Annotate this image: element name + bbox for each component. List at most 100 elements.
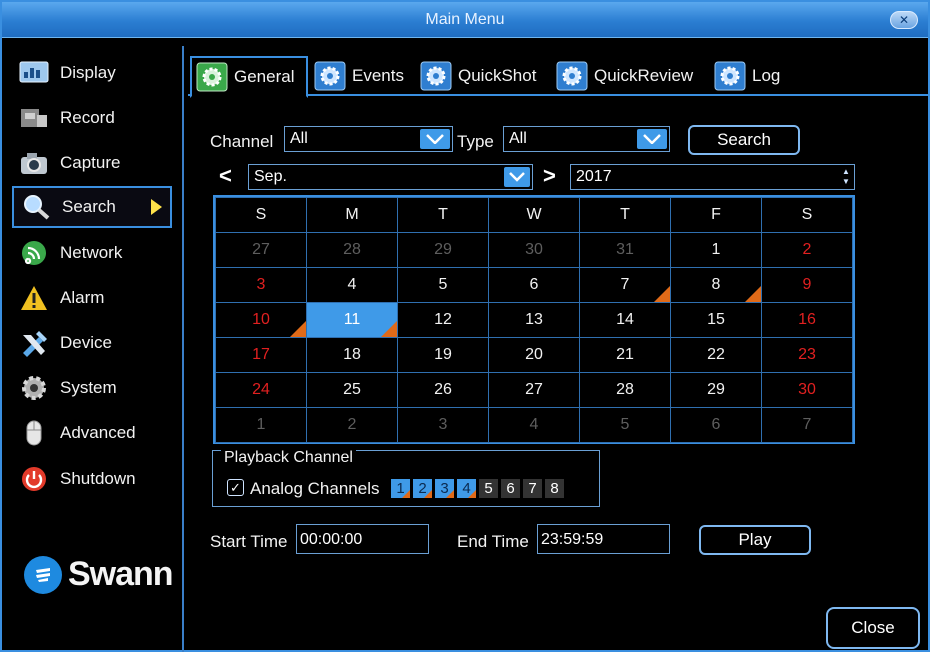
device-icon (18, 328, 50, 358)
close-button[interactable]: Close (826, 607, 920, 649)
calendar-day[interactable]: 10 (215, 302, 307, 338)
calendar-day[interactable]: 7 (579, 267, 671, 303)
main-menu-window: Main Menu ✕ Display Record Capture Search Ne… (0, 0, 930, 652)
calendar-day[interactable]: 14 (579, 302, 671, 338)
sidebar-item-display[interactable]: Display (12, 52, 172, 94)
calendar-day[interactable]: 17 (215, 337, 307, 373)
calendar-day[interactable]: 24 (215, 372, 307, 408)
sidebar-item-capture[interactable]: Capture (12, 142, 172, 184)
calendar-day[interactable]: 5 (397, 267, 489, 303)
playback-channel-title: Playback Channel (221, 449, 356, 467)
sidebar-item-system[interactable]: System (12, 367, 172, 409)
recording-marker-icon (381, 321, 397, 337)
tab-bar: General Events QuickShot QuickReview Log (188, 56, 928, 98)
channel-toggle-6[interactable]: 6 (501, 479, 520, 498)
tab-quickreview[interactable]: QuickReview (552, 56, 706, 96)
calendar-day[interactable]: 15 (670, 302, 762, 338)
calendar-day-number: 23 (798, 346, 816, 363)
calendar-day[interactable]: 23 (761, 337, 853, 373)
calendar-day[interactable]: 26 (397, 372, 489, 408)
type-select[interactable]: All (503, 126, 670, 152)
type-label: Type (457, 132, 494, 151)
calendar-day-outside-month: 31 (579, 232, 671, 268)
channel-toggle-2[interactable]: 2 (413, 479, 432, 498)
calendar-day-outside-month: 29 (397, 232, 489, 268)
calendar-day[interactable]: 8 (670, 267, 762, 303)
sidebar-item-alarm[interactable]: Alarm (12, 277, 172, 319)
weekday-header: S (761, 197, 853, 233)
calendar-day[interactable]: 2 (761, 232, 853, 268)
calendar-day[interactable]: 4 (306, 267, 398, 303)
analog-channels-checkbox[interactable]: ✓ (227, 479, 244, 496)
end-time-input[interactable]: 23:59:59 (537, 524, 670, 554)
play-button[interactable]: Play (699, 525, 811, 555)
calendar-day[interactable]: 18 (306, 337, 398, 373)
weekday-header: T (397, 197, 489, 233)
chevron-down-icon[interactable] (420, 129, 450, 149)
sidebar-item-shutdown[interactable]: Shutdown (12, 458, 172, 500)
calendar-day-outside-month: 1 (215, 407, 307, 443)
recording-marker-icon (290, 321, 306, 337)
calendar-day[interactable]: 21 (579, 337, 671, 373)
tab-label: Log (752, 66, 781, 85)
calendar-day-number: 29 (434, 241, 452, 258)
calendar-day-number: 28 (343, 241, 361, 258)
channel-toggle-5[interactable]: 5 (479, 479, 498, 498)
calendar-day-number: 14 (616, 311, 634, 328)
search-button[interactable]: Search (688, 125, 800, 155)
tab-general[interactable]: General (190, 56, 308, 98)
year-spinner[interactable]: 2017 ▲ ▼ (570, 164, 855, 190)
spinner-arrows-icon[interactable]: ▲ ▼ (841, 167, 851, 187)
calendar-day[interactable]: 13 (488, 302, 580, 338)
chevron-down-icon[interactable] (504, 167, 530, 187)
display-icon (18, 58, 50, 88)
channel-select[interactable]: All (284, 126, 453, 152)
sidebar-item-label: Display (60, 63, 116, 82)
channel-toggle-8[interactable]: 8 (545, 479, 564, 498)
calendar-day[interactable]: 25 (306, 372, 398, 408)
sidebar-item-device[interactable]: Device (12, 322, 172, 364)
channel-number: 6 (506, 480, 515, 497)
month-select[interactable]: Sep. (248, 164, 533, 190)
calendar-day[interactable]: 3 (215, 267, 307, 303)
window-title: Main Menu (425, 11, 505, 28)
calendar-day[interactable]: 11 (306, 302, 398, 338)
calendar-day-number: 16 (798, 311, 816, 328)
sidebar-item-advanced[interactable]: Advanced (12, 412, 172, 454)
tab-log[interactable]: Log (710, 56, 790, 96)
channel-toggle-1[interactable]: 1 (391, 479, 410, 498)
calendar-day[interactable]: 27 (488, 372, 580, 408)
calendar-day[interactable]: 22 (670, 337, 762, 373)
end-time-value: 23:59:59 (541, 531, 604, 548)
sidebar-item-network[interactable]: Network (12, 232, 172, 274)
tab-events[interactable]: Events (310, 56, 412, 96)
calendar-day[interactable]: 30 (761, 372, 853, 408)
calendar-day-number: 7 (802, 416, 812, 433)
channel-toggle-3[interactable]: 3 (435, 479, 454, 498)
calendar-day[interactable]: 6 (488, 267, 580, 303)
calendar: SMTWTFS 27 28 29 30 31 1 2 3 4 5 6 7 8 9 10 11 12 13 14 15 1… (213, 195, 855, 444)
prev-month-icon[interactable]: < (219, 163, 232, 189)
sidebar-item-record[interactable]: Record (12, 97, 172, 139)
channel-toggle-4[interactable]: 4 (457, 479, 476, 498)
calendar-day-number: 1 (256, 416, 266, 433)
calendar-day-number: 29 (707, 381, 725, 398)
channel-toggle-7[interactable]: 7 (523, 479, 542, 498)
calendar-day[interactable]: 1 (670, 232, 762, 268)
calendar-day[interactable]: 29 (670, 372, 762, 408)
calendar-day[interactable]: 28 (579, 372, 671, 408)
month-select-value: Sep. (254, 168, 287, 185)
tab-quickshot[interactable]: QuickShot (416, 56, 548, 96)
chevron-down-icon[interactable] (637, 129, 667, 149)
calendar-day[interactable]: 20 (488, 337, 580, 373)
window-close-icon[interactable]: ✕ (890, 11, 918, 29)
calendar-day[interactable]: 12 (397, 302, 489, 338)
calendar-day[interactable]: 9 (761, 267, 853, 303)
start-time-input[interactable]: 00:00:00 (296, 524, 429, 554)
weekday-header: F (670, 197, 762, 233)
calendar-day[interactable]: 19 (397, 337, 489, 373)
next-month-icon[interactable]: > (543, 163, 556, 189)
sidebar-item-search[interactable]: Search (12, 186, 172, 228)
swann-logo-icon (24, 555, 62, 594)
calendar-day[interactable]: 16 (761, 302, 853, 338)
